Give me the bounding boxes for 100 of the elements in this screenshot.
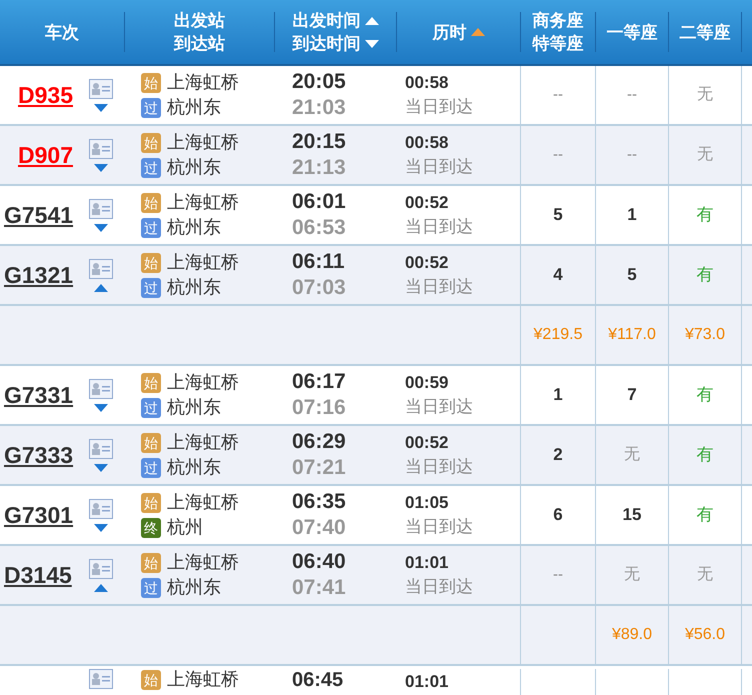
seat-availability[interactable]: 1 bbox=[627, 202, 637, 228]
station-name: 上海虹桥 bbox=[167, 252, 239, 274]
station-badge: 过 bbox=[141, 398, 161, 418]
departure-time: 06:40 bbox=[292, 549, 347, 575]
train-number[interactable]: G7541 bbox=[4, 198, 74, 232]
seat-availability[interactable]: 2 bbox=[553, 442, 563, 468]
seat-availability[interactable]: 1 bbox=[553, 382, 563, 408]
down-triangle-icon[interactable] bbox=[94, 104, 108, 112]
train-number[interactable]: D935 bbox=[4, 78, 73, 112]
station-name: 杭州东 bbox=[167, 216, 221, 238]
station-badge: 始 bbox=[141, 132, 161, 152]
seat-availability[interactable]: 5 bbox=[553, 202, 563, 228]
seat-availability[interactable]: 4 bbox=[553, 262, 563, 288]
seat-availability[interactable]: 无 bbox=[697, 83, 713, 107]
seat-availability[interactable]: -- bbox=[553, 564, 563, 586]
seat-availability[interactable]: 无 bbox=[697, 143, 713, 167]
station-badge: 始 bbox=[141, 432, 161, 452]
station-name: 杭州东 bbox=[167, 576, 221, 598]
id-card-icon[interactable] bbox=[89, 198, 113, 218]
down-triangle-icon[interactable] bbox=[94, 524, 108, 532]
duration: 00:52 bbox=[405, 432, 450, 454]
down-triangle-icon[interactable] bbox=[94, 404, 108, 412]
seat-availability[interactable]: 无 bbox=[697, 563, 713, 587]
train-number[interactable]: D907 bbox=[4, 138, 73, 172]
column-header[interactable]: 历时 bbox=[432, 20, 466, 44]
duration: 01:01 bbox=[405, 672, 448, 691]
station-name: 上海虹桥 bbox=[167, 372, 239, 394]
duration: 01:05 bbox=[405, 492, 450, 514]
column-header[interactable]: 车次 bbox=[45, 20, 79, 44]
column-header[interactable]: 二等座 bbox=[680, 20, 730, 44]
arrival-day: 当日到达 bbox=[405, 215, 520, 239]
seat-availability[interactable]: 有 bbox=[696, 502, 714, 528]
train-number[interactable]: G7301 bbox=[4, 498, 74, 532]
seat-availability[interactable]: 5 bbox=[627, 262, 637, 288]
departure-time: 06:35 bbox=[292, 489, 347, 515]
arrival-time: 07:40 bbox=[292, 515, 347, 541]
up-triangle-icon[interactable] bbox=[364, 16, 378, 24]
station-badge: 过 bbox=[141, 458, 161, 478]
duration: 01:01 bbox=[405, 552, 450, 574]
departure-time: 06:11 bbox=[292, 249, 346, 275]
column-header[interactable]: 出发时间 bbox=[292, 9, 360, 32]
seat-availability[interactable]: 有 bbox=[696, 382, 714, 408]
id-card-icon[interactable] bbox=[89, 78, 113, 98]
station-name: 杭州东 bbox=[167, 456, 221, 478]
arrival-day: 当日到达 bbox=[405, 575, 520, 599]
column-header[interactable]: 特等座 bbox=[532, 32, 584, 55]
price: ¥219.5 bbox=[534, 325, 582, 345]
id-card-icon[interactable] bbox=[89, 258, 113, 278]
id-card-icon[interactable] bbox=[89, 669, 113, 689]
up-triangle-icon[interactable] bbox=[94, 584, 108, 592]
seat-availability[interactable]: 无 bbox=[624, 563, 640, 587]
seat-availability[interactable]: 无 bbox=[624, 443, 640, 467]
column-header[interactable]: 出发站 bbox=[174, 9, 225, 32]
up-triangle-icon[interactable] bbox=[94, 284, 108, 292]
arrival-day: 当日到达 bbox=[405, 515, 520, 539]
down-triangle-icon[interactable] bbox=[94, 164, 108, 172]
arrival-time: 07:41 bbox=[292, 575, 347, 601]
id-card-icon[interactable] bbox=[89, 138, 113, 158]
seat-availability[interactable]: -- bbox=[627, 144, 637, 166]
column-header[interactable]: 商务座 bbox=[532, 9, 584, 32]
duration: 00:58 bbox=[405, 72, 450, 94]
station-name: 杭州东 bbox=[167, 156, 221, 178]
seat-availability[interactable]: 6 bbox=[553, 502, 563, 528]
station-name: 杭州东 bbox=[167, 96, 221, 118]
station-name: 上海虹桥 bbox=[167, 132, 239, 154]
train-number[interactable]: G1321 bbox=[4, 258, 74, 292]
seat-availability[interactable]: 7 bbox=[627, 382, 637, 408]
column-header[interactable]: 到达时间 bbox=[292, 32, 360, 55]
station-badge: 过 bbox=[141, 218, 161, 238]
price: ¥73.0 bbox=[684, 325, 726, 345]
arrival-time: 07:16 bbox=[292, 395, 347, 421]
id-card-icon[interactable] bbox=[89, 498, 113, 518]
seat-availability[interactable]: -- bbox=[553, 144, 563, 166]
column-header[interactable]: 到达站 bbox=[174, 32, 225, 55]
station-badge: 始 bbox=[141, 72, 161, 92]
price: ¥117.0 bbox=[608, 325, 656, 345]
down-triangle-icon[interactable] bbox=[364, 40, 378, 48]
seat-availability[interactable]: 15 bbox=[622, 502, 642, 528]
arrival-day: 当日到达 bbox=[405, 275, 520, 299]
station-name: 上海虹桥 bbox=[167, 192, 239, 214]
arrival-day: 当日到达 bbox=[405, 95, 520, 119]
seat-availability[interactable]: 有 bbox=[696, 262, 714, 288]
id-card-icon[interactable] bbox=[89, 438, 113, 458]
down-triangle-icon[interactable] bbox=[94, 464, 108, 472]
seat-availability[interactable]: -- bbox=[627, 84, 637, 106]
price: ¥89.0 bbox=[612, 625, 652, 645]
departure-time: 06:17 bbox=[292, 369, 347, 395]
train-number[interactable]: G7331 bbox=[4, 378, 74, 412]
id-card-icon[interactable] bbox=[89, 378, 113, 398]
down-triangle-icon[interactable] bbox=[94, 224, 108, 232]
id-card-icon[interactable] bbox=[89, 558, 113, 578]
departure-time: 20:15 bbox=[292, 129, 347, 155]
arrival-time: 21:13 bbox=[292, 155, 347, 181]
train-number[interactable]: D3145 bbox=[4, 558, 72, 592]
column-header[interactable]: 一等座 bbox=[606, 20, 658, 44]
seat-availability[interactable]: 有 bbox=[696, 442, 714, 468]
seat-availability[interactable]: 有 bbox=[696, 202, 714, 228]
train-number[interactable]: G7333 bbox=[4, 438, 74, 472]
station-badge: 始 bbox=[141, 492, 161, 512]
seat-availability[interactable]: -- bbox=[553, 84, 563, 106]
